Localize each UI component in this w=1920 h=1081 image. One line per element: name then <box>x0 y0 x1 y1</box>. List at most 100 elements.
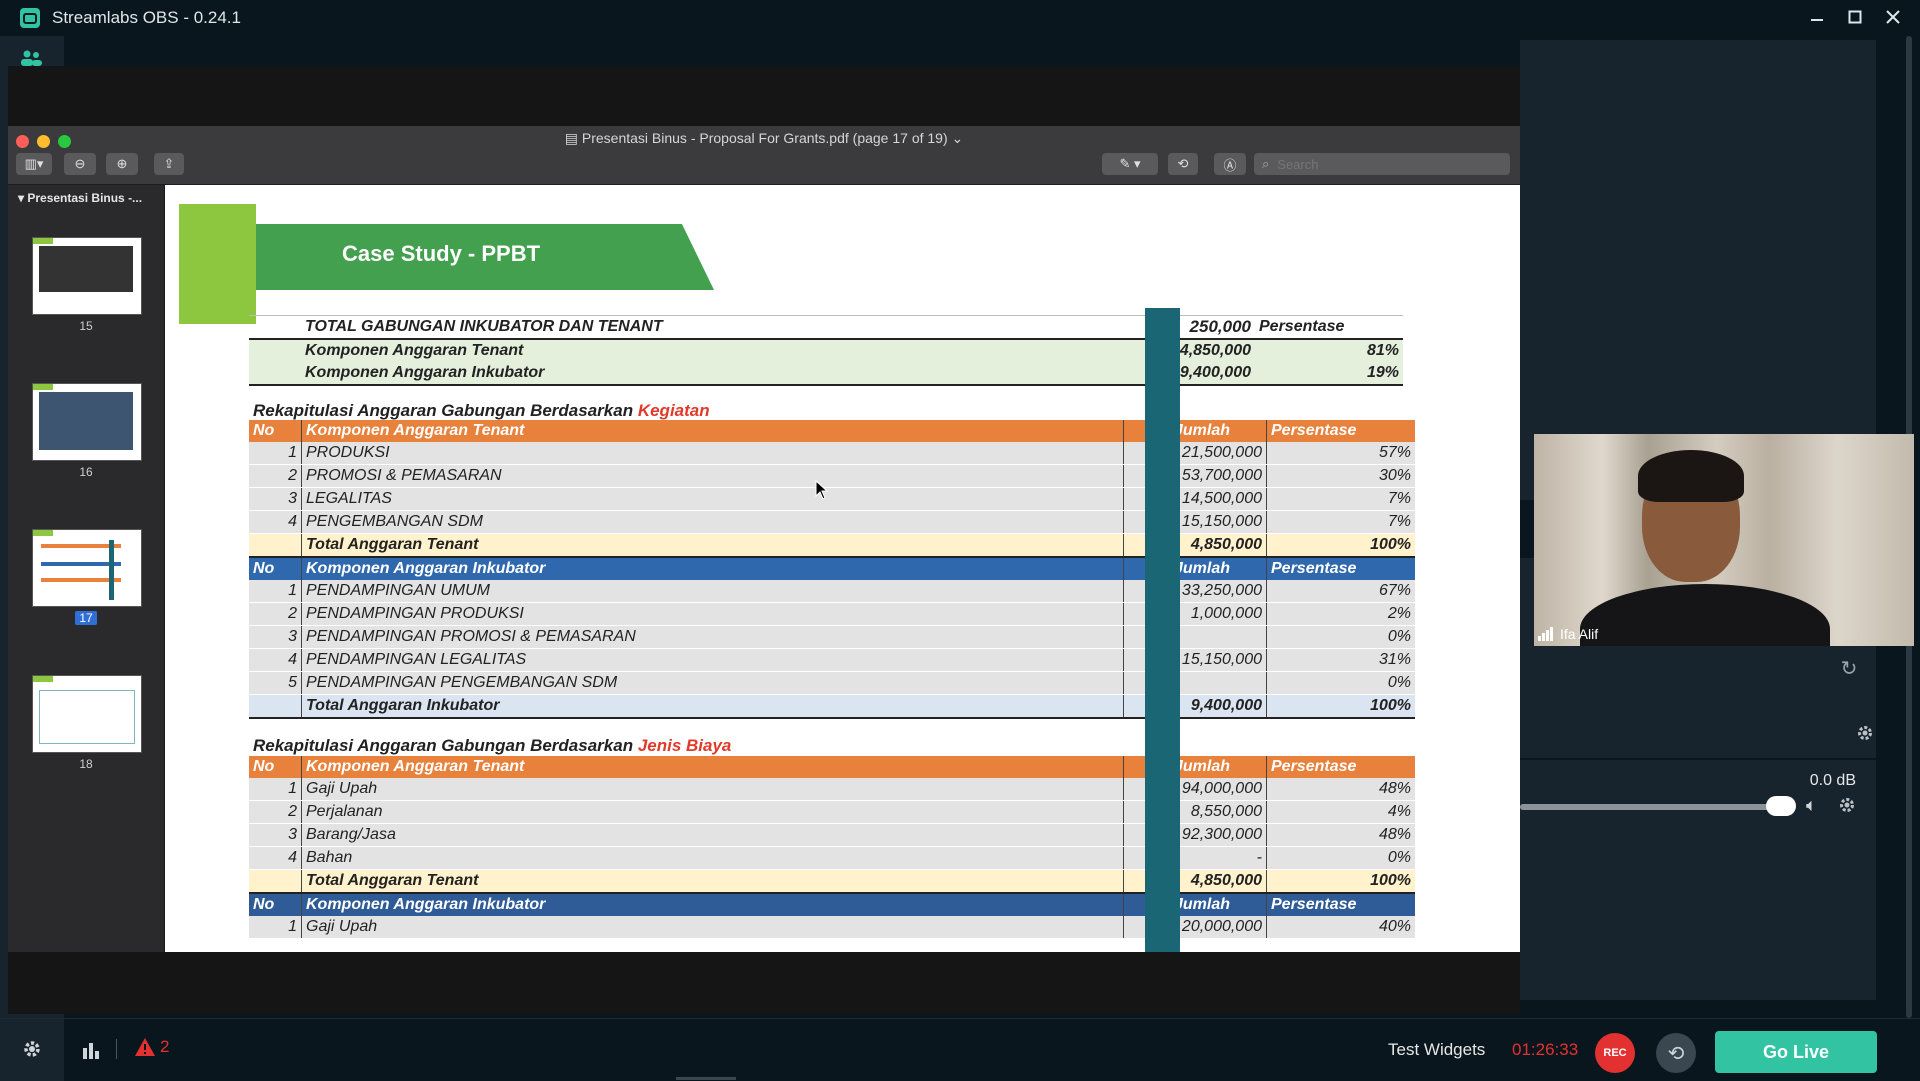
sources-settings-button[interactable] <box>1856 724 1878 746</box>
rotate-button[interactable]: ⟲ <box>1168 153 1198 175</box>
volume-slider-handle[interactable] <box>1766 796 1796 816</box>
pdf-viewer-titlebar: ▤ Presentasi Binus - Proposal For Grants… <box>8 126 1520 185</box>
footer-bar: 2 Test Widgets 01:26:33 REC ⟲ Go Live <box>0 1018 1920 1081</box>
table-row: 3 LEGALITAS 14,500,000 7% <box>249 487 1415 511</box>
thumbnail-page-17[interactable] <box>32 529 142 607</box>
markup-icon: Ⓐ <box>1223 157 1237 173</box>
pdf-page: Case Study - PPBT TOTAL GABUNGAN INKUBAT… <box>177 190 1504 952</box>
table-row: 2 Perjalanan 8,550,000 4% <box>249 800 1415 824</box>
go-live-button[interactable]: Go Live <box>1715 1031 1877 1073</box>
mouse-cursor-icon <box>815 480 829 500</box>
webcam-person-hair <box>1638 450 1744 502</box>
webcam-feed: Ifa Alif <box>1534 434 1914 646</box>
sidebar-icon: ▥▾ <box>24 156 44 171</box>
refresh-icon[interactable]: ↻ <box>1838 658 1860 680</box>
pdf-viewer-window: ▤ Presentasi Binus - Proposal For Grants… <box>8 126 1520 952</box>
thumbnail-number: 15 <box>79 319 93 333</box>
sidebar-toggle-button[interactable]: ▥▾ <box>16 153 52 175</box>
table-row: 4 Bahan -0% <box>249 846 1415 870</box>
sidebar-document-heading[interactable]: ▾ Presentasi Binus -... <box>18 191 142 205</box>
table-row: 1 PENDAMPINGAN UMUM 33,250,000 67% <box>249 580 1415 603</box>
table-row: TOTAL GABUNGAN INKUBATOR DAN TENANT 250,… <box>305 317 1345 336</box>
thumbnail-page-15[interactable] <box>32 237 142 315</box>
people-icon[interactable] <box>19 50 43 66</box>
maximize-button[interactable] <box>1836 0 1874 34</box>
zoom-out-icon: ⊖ <box>74 156 86 171</box>
annotate-button[interactable]: Ⓐ <box>1214 153 1246 175</box>
zoom-out-button[interactable]: ⊖ <box>64 153 96 175</box>
thumbnail-page-16[interactable] <box>32 383 142 461</box>
search-field[interactable]: ⌕ <box>1254 153 1510 175</box>
zoom-in-button[interactable]: ⊕ <box>106 153 138 175</box>
thumbnail-page-18[interactable] <box>32 675 142 753</box>
table-row: Komponen Anggaran Inkubator 9,400,000 19… <box>249 362 1403 385</box>
replay-icon: ⟲ <box>1667 1042 1685 1065</box>
table-row: 1 Gaji Upah 20,000,000 40% <box>249 916 1415 939</box>
table-header-row: No Komponen Anggaran Inkubator Jumlah Pe… <box>249 893 1415 916</box>
table-row: 4 PENDAMPINGAN LEGALITAS 15,150,000 31% <box>249 648 1415 672</box>
table-row: 2 PENDAMPINGAN PRODUKSI 1,000,000 2% <box>249 602 1415 626</box>
table-header-row: No Komponen Anggaran Tenant Jumlah Perse… <box>249 756 1415 778</box>
editor-panel <box>1520 40 1876 500</box>
volume-slider[interactable] <box>1520 804 1770 810</box>
window-titlebar: Streamlabs OBS - 0.24.1 <box>0 0 1920 36</box>
pdf-page-view: Case Study - PPBT TOTAL GABUNGAN INKUBAT… <box>165 185 1520 952</box>
table-total-row: Total Anggaran Tenant 4,850,000 100% <box>249 869 1415 894</box>
test-widgets-link[interactable]: Test Widgets <box>1388 1040 1485 1060</box>
webcam-label: Ifa Alif <box>1538 626 1598 642</box>
table-row: 3 Barang/Jasa 92,300,000 48% <box>249 823 1415 847</box>
rotate-icon: ⟲ <box>1177 156 1189 171</box>
table-row: 3 PENDAMPINGAN PROMOSI & PEMASARAN 0% <box>249 625 1415 649</box>
signal-bars-icon <box>1538 627 1553 641</box>
table-total-row: Total Anggaran Tenant 4,850,000 100% <box>249 533 1415 558</box>
thumbnail-sidebar: ▾ Presentasi Binus -... 15 16 17 18 <box>8 185 165 952</box>
minimize-button[interactable] <box>1798 0 1836 34</box>
thumbnail-number: 16 <box>79 465 93 479</box>
warnings-indicator[interactable]: 2 <box>134 1037 169 1057</box>
share-icon: ⇪ <box>163 156 175 171</box>
slide-accent-square <box>179 204 256 324</box>
table-total-row: Total Anggaran Inkubator 9,400,000 100% <box>249 694 1415 719</box>
webcam-person <box>1580 584 1830 646</box>
table-jenis-biaya: No Komponen Anggaran Tenant Jumlah Perse… <box>249 756 1415 939</box>
footer-left-block <box>0 1019 64 1081</box>
slide-title: Case Study - PPBT <box>342 241 541 266</box>
table-row: 5 PENDAMPINGAN PENGEMBANGAN SDM 0% <box>249 671 1415 695</box>
table-row: Komponen Anggaran Tenant 4,850,000 81% <box>249 339 1403 362</box>
table-row: 1 Gaji Upah 94,000,000 48% <box>249 778 1415 801</box>
recording-timer: 01:26:33 <box>1512 1040 1579 1059</box>
close-window-button[interactable] <box>1874 0 1912 34</box>
stats-chart-icon[interactable] <box>82 1041 102 1059</box>
teal-overlay-bar <box>1145 308 1180 952</box>
summary-table: TOTAL GABUNGAN INKUBATOR DAN TENANT 250,… <box>249 315 1403 386</box>
record-button[interactable]: REC <box>1595 1033 1635 1073</box>
chevron-down-icon[interactable]: ⌄ <box>948 130 964 146</box>
table-header-row: No Komponen Anggaran Inkubator Jumlah Pe… <box>249 557 1415 580</box>
streamlabs-logo-icon <box>20 8 40 28</box>
replay-buffer-button[interactable]: ⟲ <box>1656 1033 1696 1073</box>
divider <box>116 1039 117 1059</box>
table-row: 1 PRODUKSI 21,500,000 57% <box>249 442 1415 465</box>
search-icon: ⌕ <box>1262 156 1270 171</box>
pdf-file-icon: ▤ <box>564 130 582 146</box>
maximize-icon <box>1848 10 1862 24</box>
thumbnail-number: 18 <box>79 757 93 771</box>
table-row: 4 PENGEMBANGAN SDM 15,150,000 7% <box>249 510 1415 534</box>
pen-icon: ✎ ▾ <box>1119 156 1141 171</box>
section-title-kegiatan: Rekapitulasi Anggaran Gabungan Berdasark… <box>253 401 710 420</box>
close-icon <box>1886 10 1900 24</box>
search-input[interactable] <box>1275 155 1480 173</box>
speaker-icon[interactable]: 🔈︎ <box>1806 795 1828 817</box>
thumbnail-number-selected: 17 <box>8 611 164 625</box>
table-kegiatan: No Komponen Anggaran Tenant Jumlah Perse… <box>249 420 1415 719</box>
gear-icon <box>1840 798 1854 812</box>
mixer-settings-button[interactable] <box>1838 796 1858 816</box>
markup-pen-button[interactable]: ✎ ▾ <box>1102 153 1158 175</box>
share-button[interactable]: ⇪ <box>154 153 184 175</box>
warning-icon <box>135 1038 155 1056</box>
window-title: Streamlabs OBS - 0.24.1 <box>52 8 241 27</box>
table-header-row: No Komponen Anggaran Tenant Jumlah Perse… <box>249 420 1415 442</box>
settings-gear-icon[interactable] <box>22 1039 42 1059</box>
mixer-level-value: 0.0 dB <box>1809 772 1856 789</box>
minimize-icon <box>1811 19 1823 21</box>
